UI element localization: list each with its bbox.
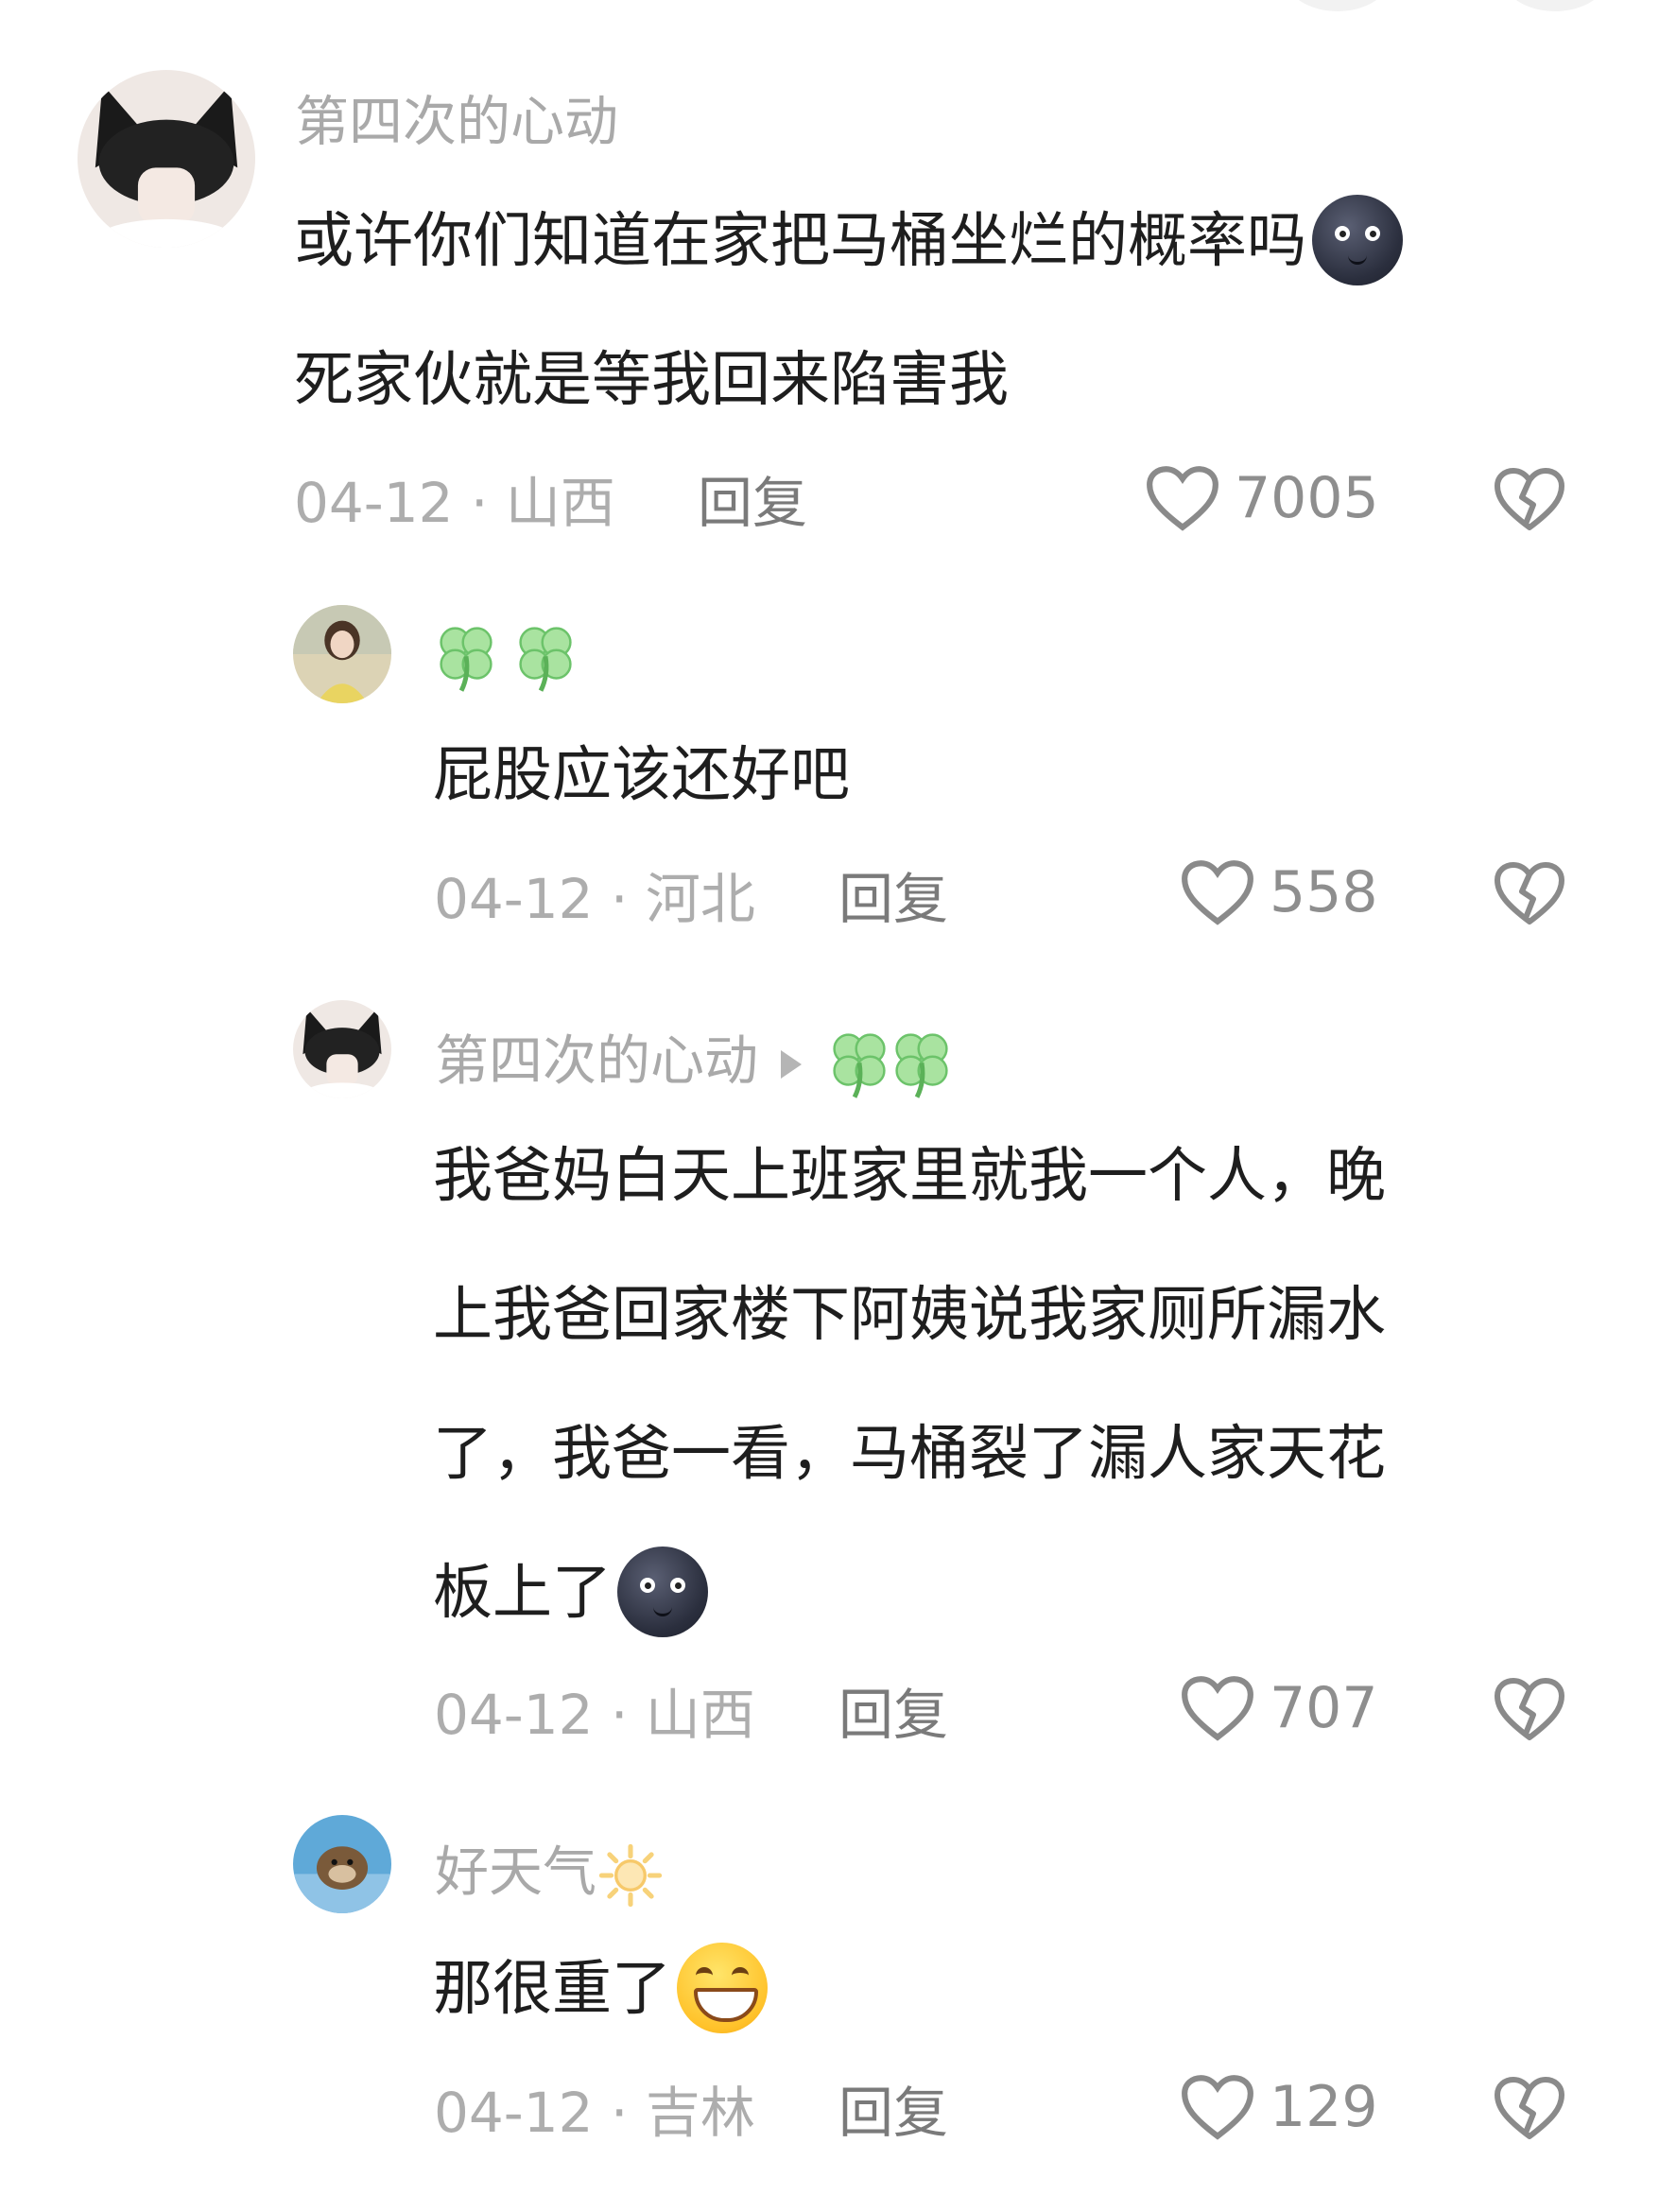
new-moon-face-emoji-icon <box>1312 194 1403 285</box>
comment-text: 我爸妈白天上班家里就我一个人，晚 上我爸回家楼下阿姨说我家厕所漏水 了，我爸一看… <box>433 1106 1386 1662</box>
comment-username[interactable]: 第四次的心动 <box>295 95 618 149</box>
reply-button[interactable]: 回复 <box>838 2085 948 2140</box>
heart-icon <box>1182 2075 1253 2140</box>
broken-heart-icon[interactable] <box>1492 1674 1567 1744</box>
avatar[interactable] <box>293 1000 391 1098</box>
top-button-right[interactable] <box>1503 0 1607 11</box>
like-button[interactable]: 7005 <box>1144 463 1379 533</box>
comment-text: 或许你们知道在家把马桶坐烂的概率吗 死家伙就是等我回来陷害我 <box>294 171 1403 449</box>
avatar[interactable] <box>293 605 391 703</box>
four-leaf-clover-icon <box>440 627 493 692</box>
like-button[interactable]: 707 <box>1179 1673 1378 1743</box>
new-moon-face-emoji-icon <box>617 1546 708 1637</box>
broken-heart-icon[interactable] <box>1492 464 1567 534</box>
comment-meta: 04-12 · 河北 <box>434 867 755 931</box>
grinning-squinting-face-emoji-icon <box>677 1942 768 2033</box>
like-count: 7005 <box>1235 465 1379 531</box>
like-button[interactable]: 129 <box>1179 2072 1378 2142</box>
avatar[interactable] <box>78 70 255 248</box>
like-button[interactable]: 558 <box>1179 857 1378 927</box>
comment-text: 那很重了 <box>433 1919 768 2058</box>
four-leaf-clover-icon <box>519 627 572 692</box>
comment-meta: 04-12 · 吉林 <box>434 2081 755 2145</box>
top-button-left[interactable] <box>1286 0 1390 11</box>
comment-username[interactable]: 第四次的心动 <box>435 1028 953 1100</box>
comment-meta: 04-12 · 山西 <box>434 1683 755 1747</box>
broken-heart-icon[interactable] <box>1492 2073 1567 2143</box>
sun-icon <box>598 1843 663 1908</box>
comment-text: 屁股应该还好吧 <box>433 740 850 809</box>
four-leaf-clover-icon <box>895 1033 948 1098</box>
four-leaf-clover-icon <box>833 1033 886 1098</box>
like-count: 129 <box>1270 2074 1378 2140</box>
heart-icon <box>1147 466 1218 531</box>
heart-icon <box>1182 1676 1253 1741</box>
comment-meta: 04-12 · 山西 <box>294 471 615 535</box>
reply-button[interactable]: 回复 <box>838 1687 948 1742</box>
reply-arrow-icon <box>781 1050 802 1079</box>
reply-button[interactable]: 回复 <box>698 475 807 530</box>
broken-heart-icon[interactable] <box>1492 858 1567 928</box>
like-count: 707 <box>1270 1675 1378 1741</box>
avatar[interactable] <box>293 1815 391 1913</box>
comment-username[interactable]: 好天气 <box>435 1843 663 1908</box>
heart-icon <box>1182 860 1253 925</box>
reply-button[interactable]: 回复 <box>838 872 948 926</box>
comment-username[interactable] <box>435 622 577 694</box>
like-count: 558 <box>1270 859 1378 925</box>
